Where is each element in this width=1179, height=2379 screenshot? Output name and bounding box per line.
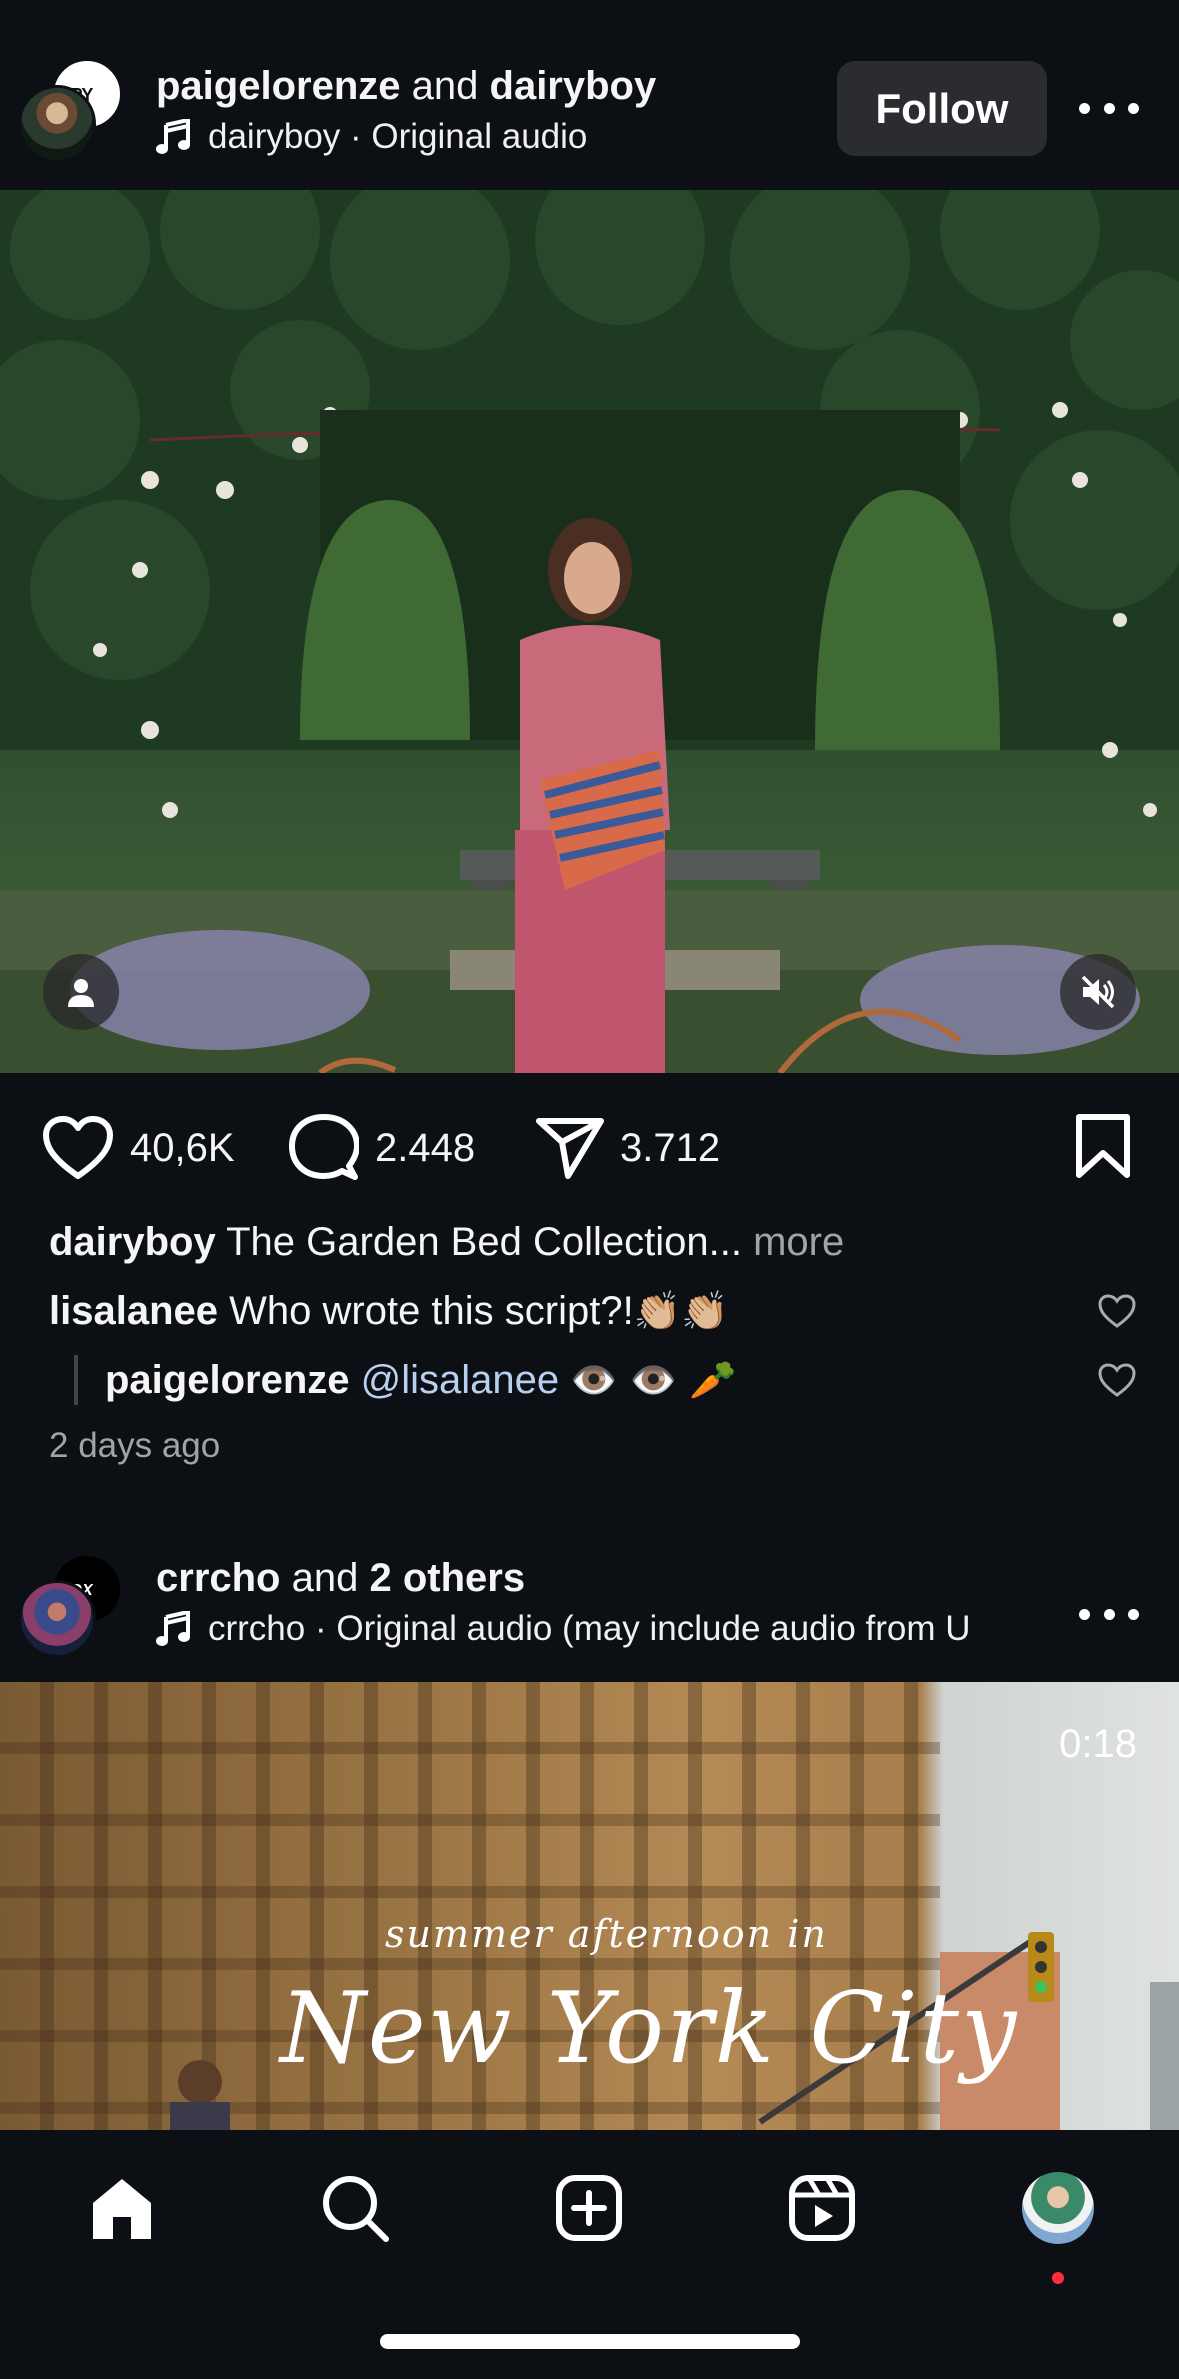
home-icon: [93, 2179, 151, 2239]
profile-avatar: [1022, 2172, 1094, 2244]
post2-audio-text: crrcho · Original audio (may include aud…: [208, 1609, 971, 1648]
heart-icon: [43, 1116, 113, 1179]
post2-header: ROX crrcho and 2 others crrcho · Origina…: [0, 1537, 1179, 1682]
comment-2-emoji: 👁️ 👁️ 🥕: [570, 1358, 737, 1402]
post2-username-1[interactable]: crrcho: [156, 1556, 281, 1600]
notification-dot: [1052, 2272, 1064, 2284]
comment-1[interactable]: lisalanee Who wrote this script?!👏🏼👏🏼: [49, 1287, 728, 1335]
share-button[interactable]: 3.712: [536, 1113, 720, 1183]
like-count: 40,6K: [130, 1125, 235, 1170]
paper-plane-icon: [536, 1118, 604, 1179]
post1-actions: 40,6K 2.448 3.712: [0, 1073, 1179, 1218]
mute-toggle-button[interactable]: [1060, 954, 1136, 1030]
post2-video[interactable]: 0:18 summer afternoon in New York City: [0, 1682, 1179, 2130]
garden-scene: [0, 190, 1179, 1073]
comment-1-username[interactable]: lisalanee: [49, 1289, 218, 1333]
comment-2-username[interactable]: paigelorenze: [105, 1358, 350, 1402]
home-indicator[interactable]: [380, 2334, 800, 2349]
post2-audio[interactable]: crrcho · Original audio (may include aud…: [156, 1608, 1046, 1650]
post1-audio-text: dairyboy · Original audio: [208, 117, 588, 156]
post1-avatar-stack[interactable]: RY: [18, 58, 123, 163]
post1-username-1[interactable]: paigelorenze: [156, 64, 401, 108]
post2-more-options-icon[interactable]: [1079, 1599, 1139, 1629]
post2-avatar-stack[interactable]: ROX: [18, 1553, 123, 1658]
post1-title[interactable]: paigelorenze and dairyboy: [156, 62, 656, 110]
post2-username-2[interactable]: 2 others: [370, 1556, 526, 1600]
post1-timestamp: 2 days ago: [49, 1426, 221, 1465]
reels-icon: [789, 2175, 855, 2241]
post1-video[interactable]: [0, 190, 1179, 1073]
search-icon: [323, 2176, 389, 2242]
comment-2-mention[interactable]: @lisalanee: [361, 1358, 560, 1402]
reels-tab[interactable]: [782, 2168, 862, 2248]
create-icon: [556, 2175, 622, 2241]
post1-audio[interactable]: dairyboy · Original audio: [156, 116, 656, 158]
reply-thread-bar: [74, 1355, 78, 1405]
follow-button[interactable]: Follow: [837, 61, 1047, 156]
comment-count: 2.448: [375, 1125, 476, 1170]
comment-1-text: Who wrote this script?!: [229, 1289, 634, 1333]
post2-joiner: and: [291, 1556, 359, 1600]
music-note-icon: [156, 1611, 190, 1646]
video-overlay-subtitle: summer afternoon in: [385, 1912, 828, 1956]
post1-joiner: and: [411, 64, 479, 108]
video-overlay-title: New York City: [280, 1972, 1019, 2086]
post2-author-avatar[interactable]: [18, 1580, 96, 1658]
share-count: 3.712: [620, 1125, 721, 1170]
author-avatar[interactable]: [18, 85, 96, 163]
post2-header-text: crrcho and 2 others crrcho · Original au…: [156, 1554, 1046, 1650]
music-note-icon: [156, 119, 190, 154]
post1-caption[interactable]: dairyboy The Garden Bed Collection... mo…: [49, 1218, 844, 1266]
caption-more-link[interactable]: more: [753, 1220, 844, 1264]
caption-text: The Garden Bed Collection...: [226, 1220, 742, 1264]
post2-title[interactable]: crrcho and 2 others: [156, 1554, 1046, 1602]
post1-header-text: paigelorenze and dairyboy dairyboy · Ori…: [156, 62, 656, 158]
search-tab[interactable]: [315, 2168, 395, 2248]
video-time-remaining: 0:18: [1059, 1722, 1137, 1766]
like-button[interactable]: 40,6K: [42, 1113, 235, 1183]
like-reply-heart-icon[interactable]: [1097, 1362, 1137, 1398]
comment-2[interactable]: paigelorenze @lisalanee 👁️ 👁️ 🥕: [105, 1356, 736, 1404]
comment-1-emoji: 👏🏼👏🏼: [633, 1289, 729, 1333]
home-tab[interactable]: [82, 2168, 162, 2248]
save-button[interactable]: [1075, 1113, 1131, 1184]
person-icon: [68, 979, 94, 1007]
profile-tab[interactable]: [1018, 2168, 1098, 2248]
like-comment-heart-icon[interactable]: [1097, 1293, 1137, 1329]
caption-username[interactable]: dairyboy: [49, 1220, 216, 1264]
speaker-muted-icon: [1081, 975, 1115, 1009]
tagged-people-button[interactable]: [43, 954, 119, 1030]
post1-header: RY paigelorenze and dairyboy dairyboy · …: [0, 0, 1179, 190]
comment-bubble-icon: [289, 1114, 359, 1180]
bookmark-icon: [1076, 1114, 1130, 1178]
post1-username-2[interactable]: dairyboy: [490, 64, 657, 108]
more-options-icon[interactable]: [1079, 93, 1139, 123]
create-tab[interactable]: [549, 2168, 629, 2248]
comment-button[interactable]: 2.448: [289, 1113, 475, 1183]
